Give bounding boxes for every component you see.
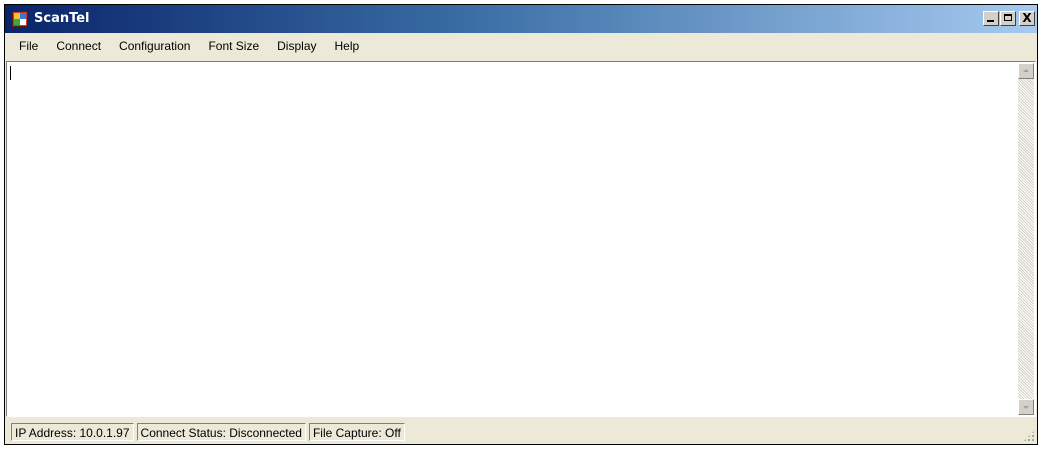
menu-help[interactable]: Help (326, 36, 369, 56)
title-bar[interactable]: ScanTel X (5, 5, 1037, 33)
menu-connect[interactable]: Connect (47, 36, 110, 56)
terminal-frame (6, 61, 1036, 417)
arrow-up-icon (1023, 69, 1029, 72)
menu-file[interactable]: File (10, 36, 47, 56)
minimize-button[interactable] (983, 11, 999, 26)
scroll-down-button[interactable] (1018, 399, 1034, 415)
status-bar: IP Address: 10.0.1.97 Connect Status: Di… (5, 419, 1037, 444)
window-title: ScanTel (34, 11, 90, 26)
vertical-scrollbar[interactable] (1018, 63, 1034, 415)
maximize-icon (1004, 14, 1012, 21)
menu-bar: File Connect Configuration Font Size Dis… (5, 33, 1037, 59)
app-window: ScanTel X File Connect Configuration Fon… (4, 4, 1038, 445)
maximize-button[interactable] (1000, 11, 1016, 26)
menu-font-size[interactable]: Font Size (199, 36, 268, 56)
text-caret (10, 66, 11, 80)
minimize-icon (987, 20, 994, 22)
scroll-up-button[interactable] (1018, 63, 1034, 79)
status-connect: Connect Status: Disconnected (136, 422, 306, 441)
arrow-down-icon (1023, 406, 1029, 409)
resize-grip[interactable] (1023, 430, 1035, 442)
close-icon: X (1022, 11, 1032, 25)
app-icon[interactable] (12, 11, 28, 27)
status-file-capture: File Capture: Off (308, 422, 405, 441)
terminal-output[interactable] (8, 63, 1018, 415)
status-ip-address: IP Address: 10.0.1.97 (11, 422, 134, 441)
window-controls: X (983, 11, 1035, 26)
menu-configuration[interactable]: Configuration (110, 36, 199, 56)
close-button[interactable]: X (1019, 11, 1035, 26)
menu-display[interactable]: Display (268, 36, 325, 56)
